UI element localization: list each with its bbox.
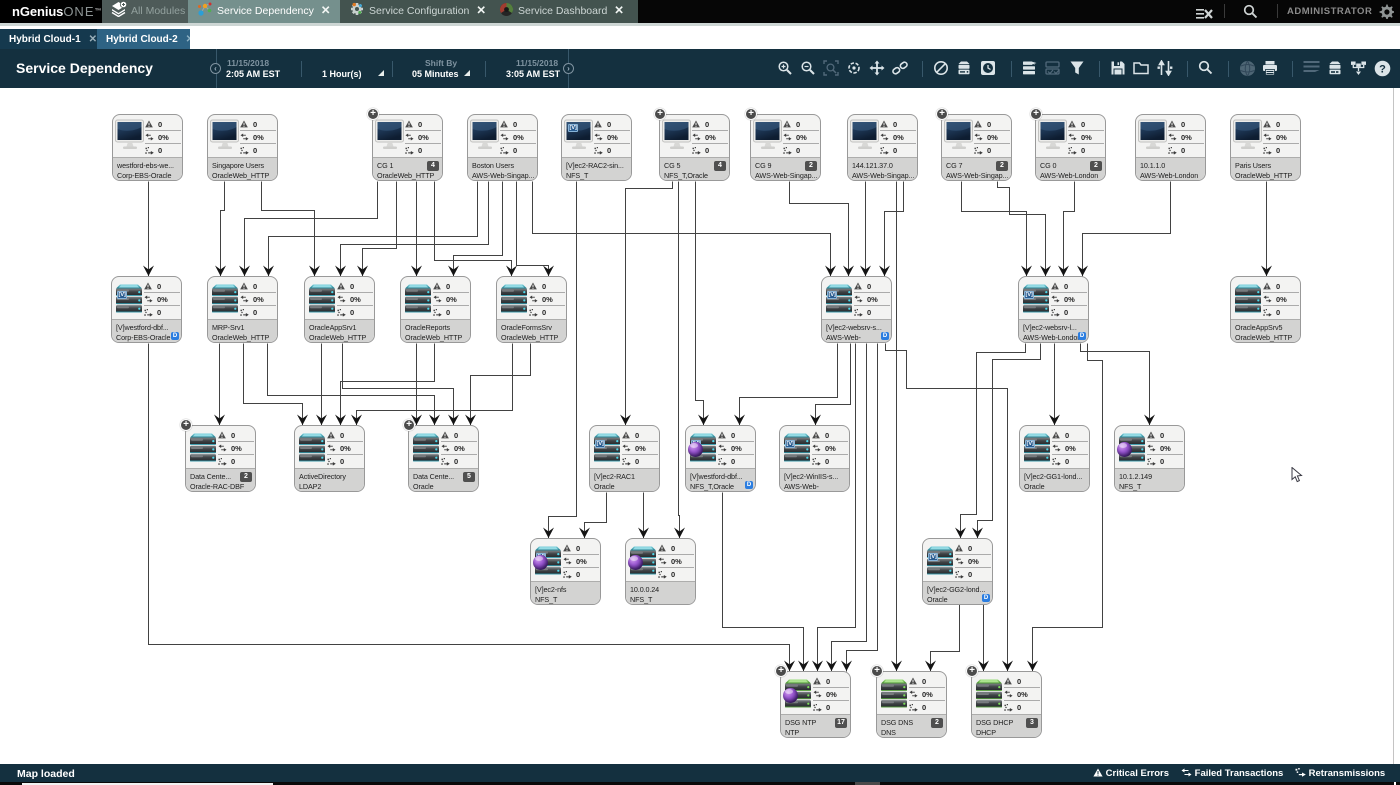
svg-text:?: ? — [1379, 64, 1386, 76]
